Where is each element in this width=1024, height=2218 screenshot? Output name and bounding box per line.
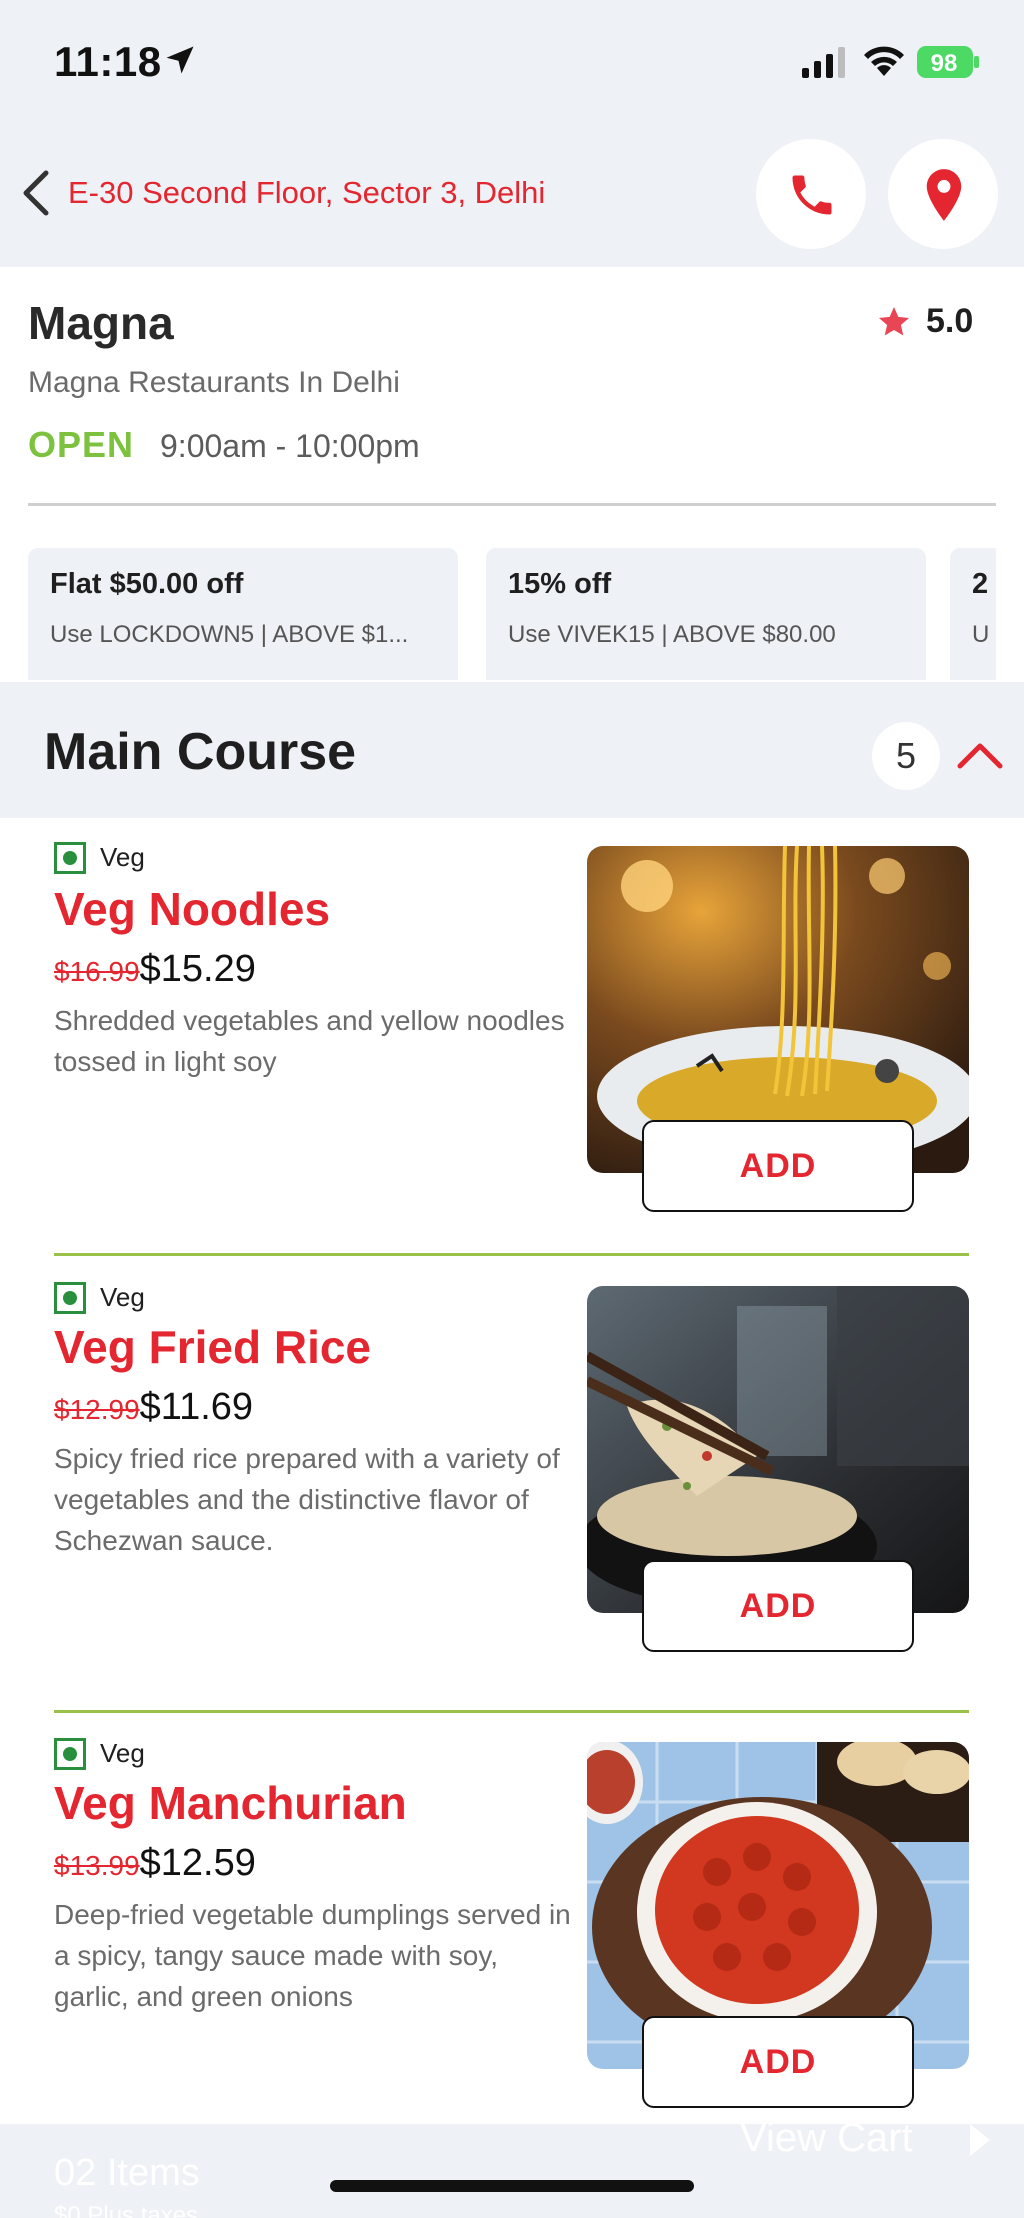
map-pin-icon bbox=[926, 169, 962, 221]
discounted-price: $15.29 bbox=[139, 948, 256, 990]
opening-hours: 9:00am - 10:00pm bbox=[160, 428, 420, 464]
category-title: Main Course bbox=[44, 723, 357, 781]
add-button[interactable]: ADD bbox=[642, 1560, 914, 1652]
battery-icon: 98 bbox=[917, 46, 979, 78]
item-description: Deep-fried vegetable dumplings served in… bbox=[54, 1899, 571, 2012]
veg-label: Veg bbox=[100, 1738, 145, 1768]
item-name: Veg Manchurian bbox=[54, 1777, 407, 1829]
price-row: $13.99$12.59 bbox=[54, 1842, 256, 1885]
rating: 5.0 bbox=[876, 302, 973, 341]
price-row: $16.99$15.29 bbox=[54, 948, 256, 991]
menu-item: Veg Veg Fried Rice $12.99$11.69 Spicy fr… bbox=[0, 1278, 1024, 1698]
add-button[interactable]: ADD bbox=[642, 2016, 914, 2108]
discounted-price: $11.69 bbox=[139, 1386, 254, 1428]
offer-desc: U bbox=[972, 621, 990, 648]
menu-item: Veg Veg Manchurian $13.99$12.59 Deep-fri… bbox=[0, 1734, 1024, 2134]
discounted-price: $12.59 bbox=[139, 1842, 256, 1884]
offer-card[interactable]: 2 U bbox=[950, 548, 996, 680]
header: E-30 Second Floor, Sector 3, Delhi bbox=[0, 125, 1024, 267]
home-indicator[interactable] bbox=[330, 2180, 694, 2192]
veg-label: Veg bbox=[100, 842, 145, 872]
chevron-up-icon[interactable] bbox=[956, 738, 1004, 770]
item-count-badge: 5 bbox=[872, 722, 940, 790]
offers-carousel[interactable]: Flat $50.00 off Use LOCKDOWN5 | ABOVE $1… bbox=[28, 548, 996, 680]
rating-value: 5.0 bbox=[926, 302, 974, 340]
menu-item: Veg Veg Noodles $16.99$15.29 Shredded ve… bbox=[0, 838, 1024, 1258]
star-icon bbox=[879, 306, 909, 335]
item-divider bbox=[54, 1710, 969, 1713]
offer-card[interactable]: Flat $50.00 off Use LOCKDOWN5 | ABOVE $1… bbox=[28, 548, 458, 680]
offer-desc: Use VIVEK15 | ABOVE $80.00 bbox=[508, 621, 836, 648]
offer-card[interactable]: 15% off Use VIVEK15 | ABOVE $80.00 bbox=[486, 548, 926, 680]
veg-indicator-icon bbox=[54, 1738, 86, 1770]
item-description: Shredded vegetables and yellow noodles t… bbox=[54, 1005, 565, 1077]
battery-level: 98 bbox=[931, 50, 958, 77]
cart-item-count: 02 Items bbox=[54, 2152, 200, 2194]
add-button[interactable]: ADD bbox=[642, 1120, 914, 1212]
back-chevron-icon[interactable] bbox=[18, 167, 54, 219]
original-price: $13.99 bbox=[54, 1850, 140, 1881]
status-bar: 11:18 98 bbox=[0, 0, 1024, 125]
offer-title: Flat $50.00 off bbox=[50, 568, 244, 600]
open-status: OPEN bbox=[28, 424, 135, 465]
phone-icon bbox=[792, 175, 832, 215]
chevron-right-icon bbox=[970, 2124, 990, 2156]
cart-bar[interactable]: 02 Items $0 Plus taxes View Cart bbox=[0, 2124, 1024, 2218]
location-arrow-icon bbox=[166, 46, 194, 74]
restaurant-subtitle: Magna Restaurants In Delhi bbox=[28, 366, 400, 399]
wifi-icon bbox=[864, 46, 904, 76]
status-time: 11:18 bbox=[54, 38, 162, 85]
call-button[interactable] bbox=[756, 139, 866, 249]
offer-title: 2 bbox=[972, 568, 989, 600]
original-price: $12.99 bbox=[54, 1394, 140, 1425]
category-header[interactable]: Main Course 5 bbox=[0, 682, 1024, 818]
map-location-button[interactable] bbox=[888, 139, 998, 249]
cellular-signal-icon bbox=[802, 47, 845, 78]
cart-subtotal: $0 Plus taxes bbox=[54, 2202, 199, 2218]
divider bbox=[28, 503, 996, 506]
item-divider bbox=[54, 1253, 969, 1256]
offer-title: 15% off bbox=[508, 568, 612, 600]
veg-indicator-icon bbox=[54, 1282, 86, 1314]
view-cart-button[interactable]: View Cart bbox=[740, 2124, 913, 2161]
item-description: Spicy fried rice prepared with a variety… bbox=[54, 1443, 560, 1556]
offer-desc: Use LOCKDOWN5 | ABOVE $1... bbox=[50, 621, 409, 648]
price-row: $12.99$11.69 bbox=[54, 1386, 253, 1429]
item-name: Veg Fried Rice bbox=[54, 1321, 372, 1373]
restaurant-address[interactable]: E-30 Second Floor, Sector 3, Delhi bbox=[68, 175, 545, 211]
restaurant-name: Magna bbox=[28, 297, 174, 349]
original-price: $16.99 bbox=[54, 956, 140, 987]
item-name: Veg Noodles bbox=[54, 883, 331, 935]
veg-indicator-icon bbox=[54, 842, 86, 874]
veg-label: Veg bbox=[100, 1282, 145, 1312]
